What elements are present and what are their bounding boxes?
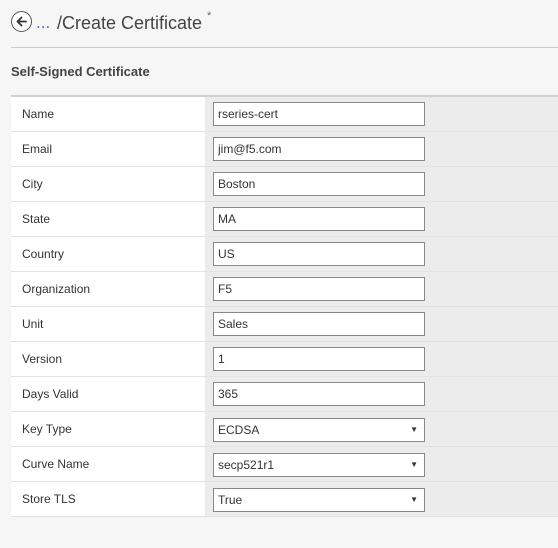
country-input[interactable] bbox=[213, 242, 425, 266]
required-indicator: * bbox=[207, 10, 212, 22]
form-row-version: Version bbox=[11, 342, 558, 377]
breadcrumb-ellipsis-link[interactable]: ... bbox=[36, 13, 50, 33]
header-divider bbox=[11, 47, 558, 48]
organization-label: Organization bbox=[11, 272, 205, 306]
unit-input[interactable] bbox=[213, 312, 425, 336]
form-row-unit: Unit bbox=[11, 307, 558, 342]
store-tls-select[interactable]: True ▼ bbox=[213, 488, 425, 512]
email-value-cell bbox=[205, 132, 558, 166]
unit-value-cell bbox=[205, 307, 558, 341]
city-label: City bbox=[11, 167, 205, 201]
organization-input[interactable] bbox=[213, 277, 425, 301]
email-input[interactable] bbox=[213, 137, 425, 161]
email-label: Email bbox=[11, 132, 205, 166]
organization-value-cell bbox=[205, 272, 558, 306]
form-row-days-valid: Days Valid bbox=[11, 377, 558, 412]
form-row-curve-name: Curve Name secp521r1 ▼ bbox=[11, 447, 558, 482]
form-row-organization: Organization bbox=[11, 272, 558, 307]
page-title: /Create Certificate bbox=[57, 13, 203, 33]
section-title: Self-Signed Certificate bbox=[11, 64, 150, 79]
city-value-cell bbox=[205, 167, 558, 201]
store-tls-selected-value: True bbox=[218, 493, 243, 507]
key-type-label: Key Type bbox=[11, 412, 205, 446]
country-label: Country bbox=[11, 237, 205, 271]
form-row-name: Name bbox=[11, 97, 558, 132]
curve-name-label: Curve Name bbox=[11, 447, 205, 481]
form-row-email: Email bbox=[11, 132, 558, 167]
unit-label: Unit bbox=[11, 307, 205, 341]
days-valid-label: Days Valid bbox=[11, 377, 205, 411]
key-type-selected-value: ECDSA bbox=[218, 423, 260, 437]
page-header: ... /Create Certificate * bbox=[0, 0, 558, 47]
version-value-cell bbox=[205, 342, 558, 376]
key-type-select[interactable]: ECDSA ▼ bbox=[213, 418, 425, 442]
caret-down-icon: ▼ bbox=[410, 460, 418, 469]
country-value-cell bbox=[205, 237, 558, 271]
curve-name-select[interactable]: secp521r1 ▼ bbox=[213, 453, 425, 477]
state-input[interactable] bbox=[213, 207, 425, 231]
curve-name-value-cell: secp521r1 ▼ bbox=[205, 447, 558, 481]
state-label: State bbox=[11, 202, 205, 236]
version-label: Version bbox=[11, 342, 205, 376]
curve-name-selected-value: secp521r1 bbox=[218, 458, 275, 472]
store-tls-label: Store TLS bbox=[11, 482, 205, 516]
name-value-cell bbox=[205, 97, 558, 131]
state-value-cell bbox=[205, 202, 558, 236]
form-row-key-type: Key Type ECDSA ▼ bbox=[11, 412, 558, 447]
form-row-country: Country bbox=[11, 237, 558, 272]
key-type-value-cell: ECDSA ▼ bbox=[205, 412, 558, 446]
city-input[interactable] bbox=[213, 172, 425, 196]
form-row-store-tls: Store TLS True ▼ bbox=[11, 482, 558, 517]
caret-down-icon: ▼ bbox=[410, 425, 418, 434]
form-row-state: State bbox=[11, 202, 558, 237]
certificate-form: Name Email City State Country Organizati… bbox=[11, 97, 558, 517]
name-label: Name bbox=[11, 97, 205, 131]
caret-down-icon: ▼ bbox=[410, 495, 418, 504]
days-valid-value-cell bbox=[205, 377, 558, 411]
name-input[interactable] bbox=[213, 102, 425, 126]
store-tls-value-cell: True ▼ bbox=[205, 482, 558, 516]
form-row-city: City bbox=[11, 167, 558, 202]
back-arrow-icon[interactable] bbox=[11, 11, 32, 32]
version-input[interactable] bbox=[213, 347, 425, 371]
days-valid-input[interactable] bbox=[213, 382, 425, 406]
